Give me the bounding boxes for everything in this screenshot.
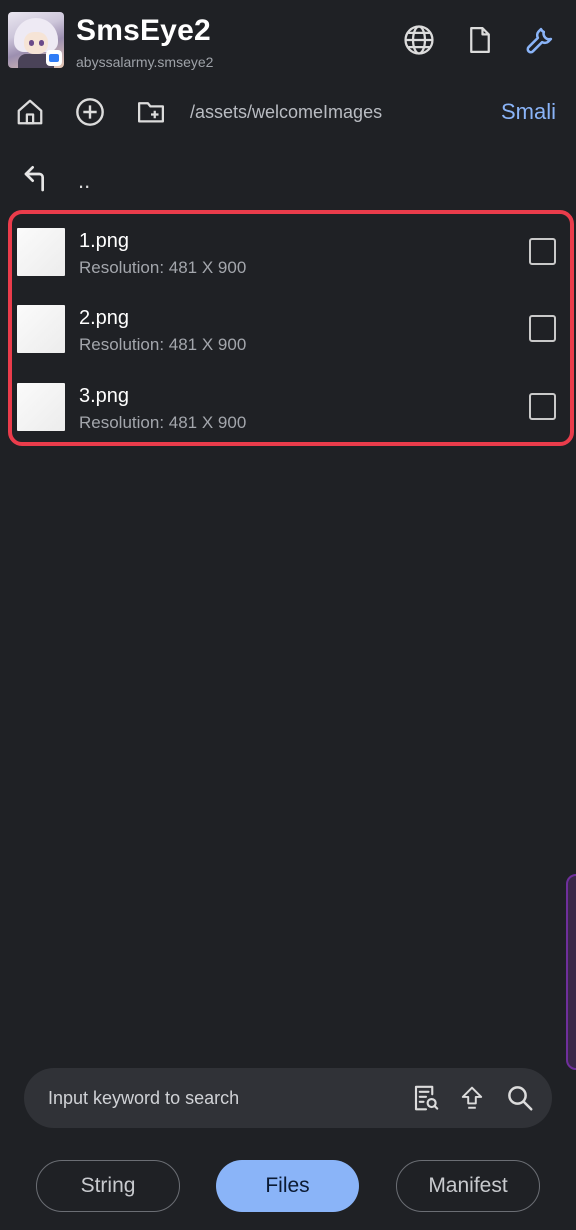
file-name: 2.png (79, 307, 130, 329)
file-resolution: Resolution: 481 X 900 (79, 335, 247, 354)
select-checkbox[interactable] (529, 315, 556, 342)
image-thumbnail (17, 305, 65, 353)
select-checkbox[interactable] (529, 238, 556, 265)
smali-button[interactable]: Smali (501, 99, 556, 125)
image-thumbnail (17, 383, 65, 431)
select-checkbox[interactable] (529, 393, 556, 420)
list-item[interactable]: 1.png Resolution: 481 X 900 (12, 214, 570, 290)
tab-files[interactable]: Files (216, 1160, 359, 1212)
search-input[interactable] (48, 1068, 388, 1128)
tab-manifest[interactable]: Manifest (396, 1160, 540, 1212)
current-path: /assets/welcomeImages (190, 102, 383, 122)
file-list: 1.png Resolution: 481 X 900 2.png Resolu… (8, 210, 574, 446)
globe-icon[interactable] (399, 20, 439, 60)
wrench-icon[interactable] (520, 20, 560, 60)
app-icon (8, 12, 64, 68)
app-title: SmsEye2 (76, 14, 211, 47)
search-bar (24, 1068, 552, 1128)
app-package-name: abyssalarmy.smseye2 (76, 54, 214, 70)
document-icon[interactable] (460, 20, 500, 60)
side-drawer-handle[interactable] (566, 874, 576, 1070)
file-name: 1.png (79, 230, 130, 252)
parent-directory-label: .. (78, 168, 91, 193)
file-resolution: Resolution: 481 X 900 (79, 258, 247, 277)
home-icon[interactable] (10, 92, 50, 132)
add-circle-icon[interactable] (70, 92, 110, 132)
search-in-files-icon[interactable] (408, 1080, 444, 1116)
file-resolution: Resolution: 481 X 900 (79, 413, 247, 432)
list-item[interactable]: 2.png Resolution: 481 X 900 (12, 291, 570, 367)
new-folder-icon[interactable] (131, 92, 171, 132)
image-thumbnail (17, 228, 65, 276)
list-item[interactable]: 3.png Resolution: 481 X 900 (12, 369, 570, 445)
tab-string[interactable]: String (36, 1160, 180, 1212)
back-arrow-icon (22, 162, 54, 199)
folder-badge-icon (46, 50, 62, 66)
upload-arrow-icon[interactable] (454, 1080, 490, 1116)
file-name: 3.png (79, 385, 130, 407)
search-icon[interactable] (502, 1080, 538, 1116)
